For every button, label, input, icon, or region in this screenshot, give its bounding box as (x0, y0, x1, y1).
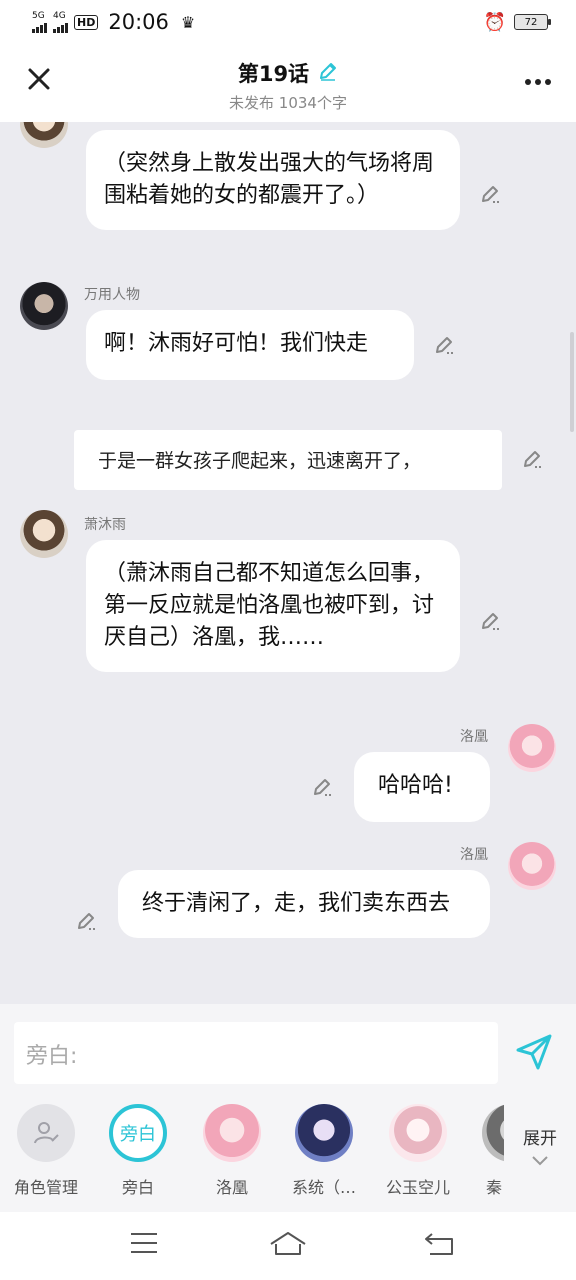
edit-message-button[interactable] (478, 610, 502, 634)
character-bar: 角色管理 旁白 旁白 洛凰 系统（… 公玉空儿 秦 展开 (0, 1100, 576, 1210)
character-avatar (389, 1104, 447, 1162)
character-luohuang[interactable]: 洛凰 (192, 1100, 272, 1200)
character-label: 公玉空儿 (385, 1178, 450, 1197)
message-text: （萧沐雨自己都不知道怎么回事，第一反应就是怕洛凰也被吓到，讨厌自己）洛凰，我…… (104, 561, 435, 650)
pencil-icon (436, 337, 453, 354)
character-label: 洛凰 (215, 1178, 248, 1197)
narrator-avatar-text: 旁白 (120, 1124, 156, 1145)
character-narrator[interactable]: 旁白 旁白 (98, 1100, 178, 1200)
expand-label: 展开 (523, 1129, 557, 1149)
avatar-xiaomuyu[interactable] (20, 510, 68, 558)
character-avatar (295, 1104, 353, 1162)
network-label-5g: 5G (32, 10, 45, 21)
character-qin[interactable]: 秦 (464, 1100, 504, 1200)
message-bubble[interactable]: 哈哈哈! (354, 752, 490, 822)
home-button[interactable] (268, 1230, 308, 1262)
pencil-icon (524, 451, 541, 468)
home-icon (270, 1232, 306, 1255)
character-role-manager[interactable]: 角色管理 (6, 1100, 86, 1200)
pencil-icon (78, 913, 95, 930)
message-bubble[interactable]: 啊！沐雨好可怕！我们快走 (86, 310, 414, 380)
message-text: 哈哈哈! (378, 773, 453, 798)
edit-message-button[interactable] (520, 448, 544, 472)
hd-voice-icon: HD (74, 14, 99, 30)
battery-icon: 72 (514, 14, 551, 30)
character-avatar (482, 1104, 504, 1162)
message-text: 终于清闲了，走，我们卖东西去 (142, 891, 451, 916)
page-subtitle: 未发布 1034个字 (229, 94, 347, 112)
avatar-wanyong[interactable] (20, 282, 68, 330)
input-placeholder: 旁白: (26, 1044, 78, 1069)
chat-area[interactable]: （突然身上散发出强大的气场将周围粘着她的女的都震开了。） 万用人物 啊！沐雨好可… (0, 122, 576, 1004)
narrator-avatar: 旁白 (109, 1104, 167, 1162)
alarm-icon: ⏰ (483, 11, 506, 33)
pencil-icon (320, 63, 337, 81)
menu-icon (131, 1233, 157, 1253)
status-time: 20:06 (108, 10, 169, 34)
speaker-name: 洛凰 (460, 847, 488, 863)
expand-button[interactable]: 展开 (510, 1124, 570, 1172)
speaker-name: 万用人物 (84, 287, 140, 303)
speaker-name: 萧沐雨 (84, 517, 126, 533)
edit-message-button[interactable] (310, 776, 334, 800)
edit-message-button[interactable] (478, 183, 502, 207)
chevron-down-icon (510, 1151, 570, 1172)
avatar-xiaomuyu[interactable] (20, 122, 68, 148)
edit-message-button[interactable] (74, 910, 98, 934)
battery-level: 72 (524, 16, 538, 28)
message-bubble[interactable]: （突然身上散发出强大的气场将周围粘着她的女的都震开了。） (86, 130, 460, 230)
composer: 旁白: 角色管理 旁白 旁白 洛凰 系统（… 公玉空儿 秦 展开 (0, 1004, 576, 1212)
message-bubble[interactable]: 终于清闲了，走，我们卖东西去 (118, 870, 490, 938)
character-system[interactable]: 系统（… (284, 1100, 364, 1200)
edit-message-button[interactable] (432, 334, 456, 358)
message-text: （突然身上散发出强大的气场将周围粘着她的女的都震开了。） (104, 151, 435, 208)
pencil-icon (482, 613, 499, 630)
message-input[interactable]: 旁白: (14, 1022, 498, 1084)
network-label-4g: 4G (53, 10, 66, 21)
more-icon (525, 79, 551, 85)
menu-button[interactable] (124, 1230, 164, 1262)
signal-5g-icon: 5G (32, 10, 47, 33)
send-button[interactable] (512, 1030, 560, 1078)
pencil-icon (482, 186, 499, 203)
status-bar: 5G 4G HD 20:06 ♛ ⏰ 72 (0, 0, 576, 44)
character-label: 系统（… (291, 1178, 356, 1197)
pencil-icon (314, 779, 331, 796)
character-label: 秦 (486, 1178, 503, 1197)
avatar-luohuang[interactable] (508, 842, 556, 890)
narration-text: 于是一群女孩子爬起来，迅速离开了， (98, 450, 422, 472)
edit-title-button[interactable] (318, 62, 338, 86)
signal-4g-icon: 4G (53, 10, 68, 33)
system-nav-bar (0, 1212, 576, 1280)
narration-block[interactable]: 于是一群女孩子爬起来，迅速离开了， (74, 430, 502, 490)
page-title: 第19话 (237, 62, 310, 86)
header: 第19话 未发布 1034个字 (0, 44, 576, 122)
more-options-button[interactable] (524, 68, 552, 88)
message-text: 啊！沐雨好可怕！我们快走 (104, 331, 369, 356)
character-gongyu[interactable]: 公玉空儿 (378, 1100, 458, 1200)
back-icon (425, 1233, 453, 1255)
scrollbar[interactable] (570, 332, 574, 432)
character-avatar (203, 1104, 261, 1162)
send-icon (516, 1034, 552, 1070)
person-edit-icon (17, 1104, 75, 1162)
crown-icon: ♛ (180, 12, 196, 32)
back-button[interactable] (420, 1230, 460, 1262)
character-label: 角色管理 (13, 1178, 78, 1197)
speaker-name: 洛凰 (460, 729, 488, 745)
character-label: 旁白 (121, 1178, 154, 1197)
avatar-luohuang[interactable] (508, 724, 556, 772)
message-bubble[interactable]: （萧沐雨自己都不知道怎么回事，第一反应就是怕洛凰也被吓到，讨厌自己）洛凰，我…… (86, 540, 460, 672)
